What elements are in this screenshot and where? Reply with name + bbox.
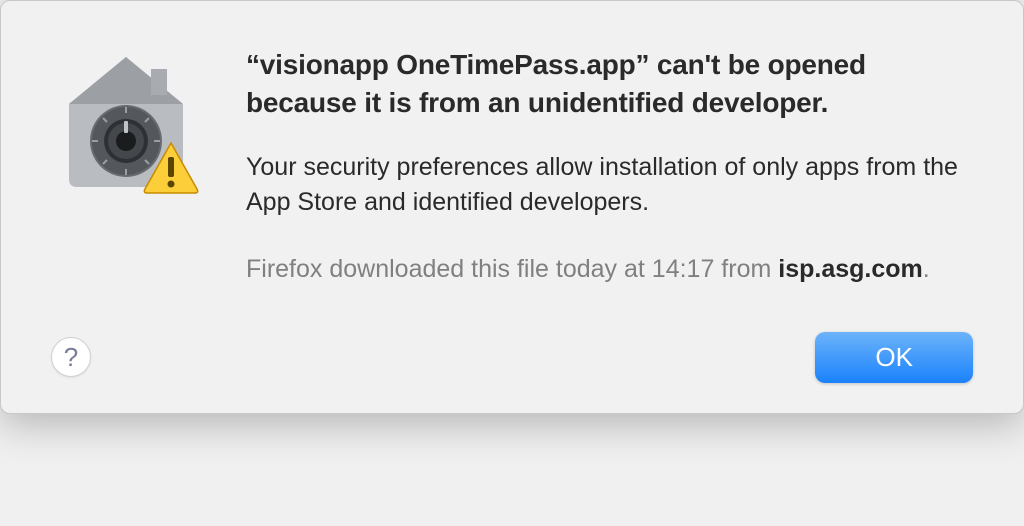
help-button[interactable]: ? [51,337,91,377]
dialog-body: “visionapp OneTimePass.app” can't be ope… [51,41,973,287]
source-suffix-text: . [923,255,930,283]
dialog-title: “visionapp OneTimePass.app” can't be ope… [246,46,973,122]
security-warning-icon [51,49,201,199]
dialog-download-source: Firefox downloaded this file today at 14… [246,252,973,287]
source-prefix-text: Firefox downloaded this file today at 14… [246,255,778,283]
dialog-footer: ? OK [51,332,973,383]
dialog-message: Your security preferences allow installa… [246,150,973,220]
ok-button[interactable]: OK [815,332,973,383]
dialog-text-content: “visionapp OneTimePass.app” can't be ope… [246,41,973,287]
source-domain: isp.asg.com [778,255,923,283]
gatekeeper-alert-dialog: “visionapp OneTimePass.app” can't be ope… [0,0,1024,414]
